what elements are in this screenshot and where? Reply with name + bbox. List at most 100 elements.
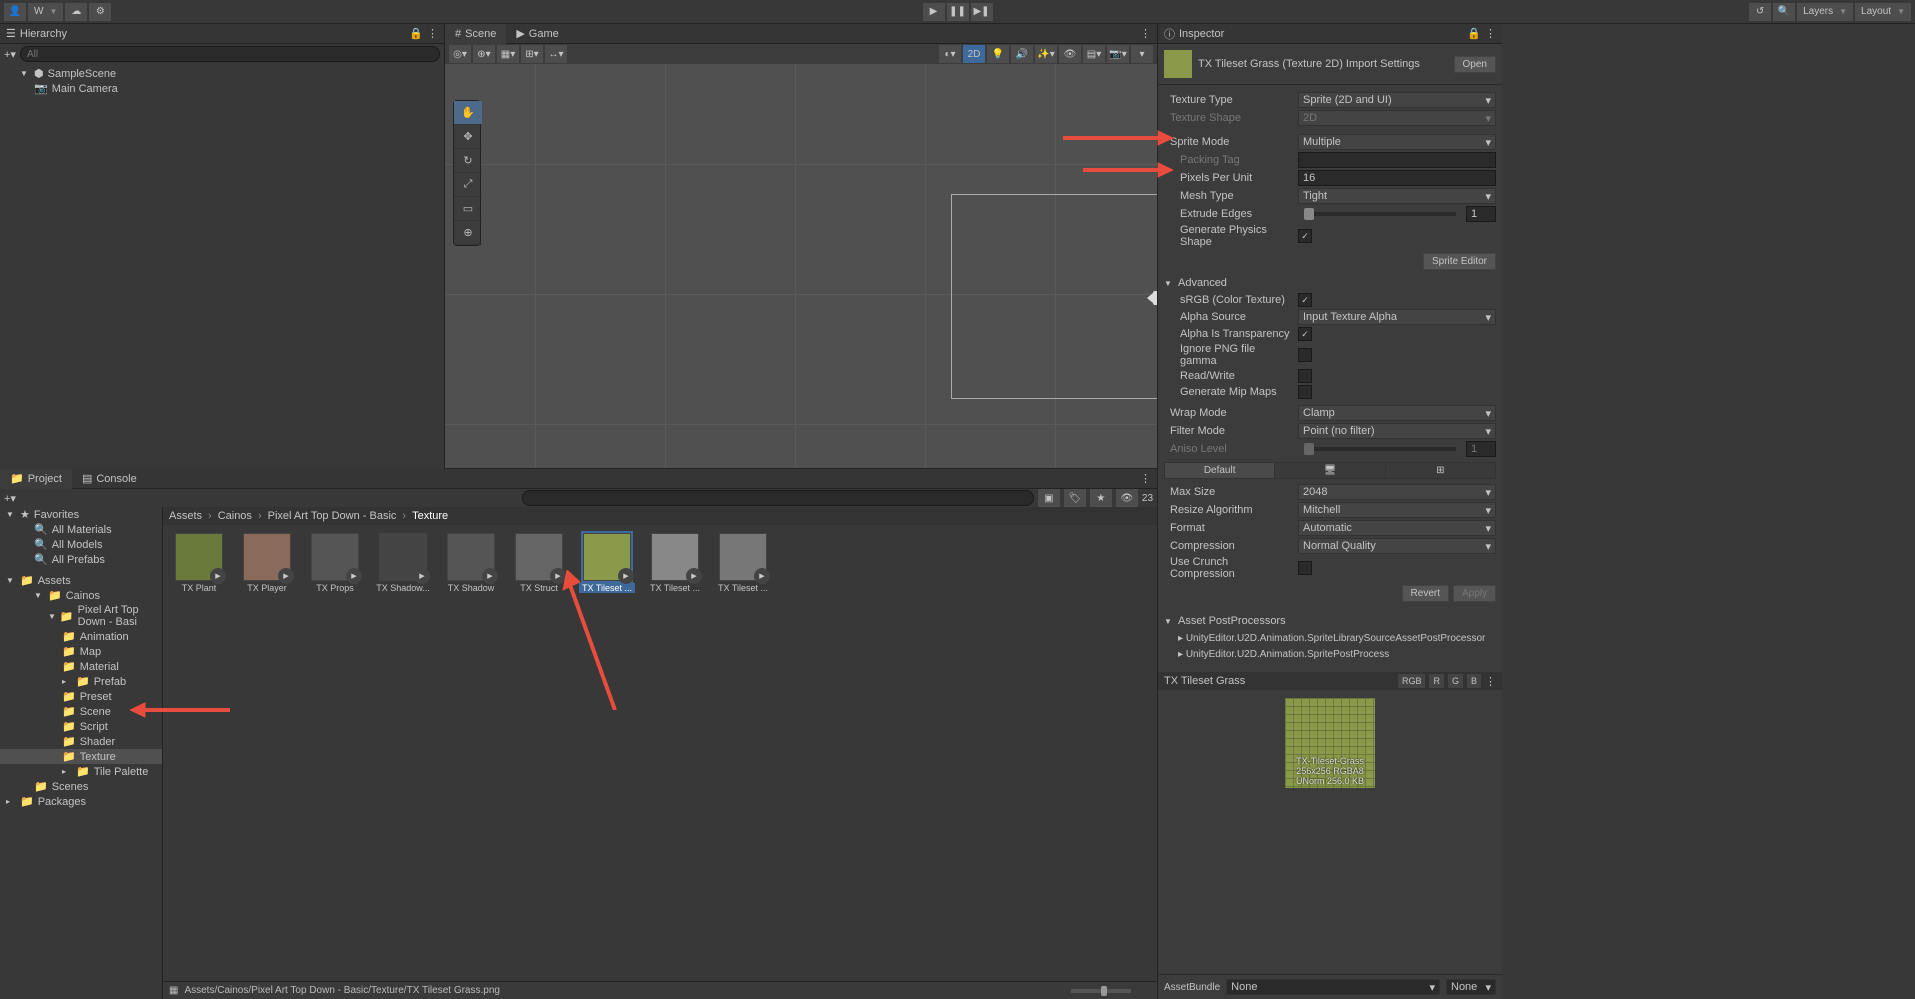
fav-item[interactable]: 🔍 All Prefabs <box>0 552 162 567</box>
play-icon[interactable]: ▶ <box>754 568 770 584</box>
rect-tool[interactable]: ▭ <box>454 197 482 221</box>
asset-item[interactable]: ▶TX Plant <box>171 533 227 593</box>
folder-item[interactable]: 📁 Shader <box>0 734 162 749</box>
fav-item[interactable]: 🔍 All Materials <box>0 522 162 537</box>
fx-toggle[interactable]: ✨▾ <box>1035 45 1057 63</box>
menu-icon[interactable]: ⋮ <box>1485 27 1496 40</box>
search-global-icon[interactable]: 🔍 <box>1773 3 1795 21</box>
folder-item[interactable]: ▼📁 Pixel Art Top Down - Basi <box>0 603 162 629</box>
add-button[interactable]: +▾ <box>4 492 16 505</box>
extrude-slider[interactable] <box>1304 212 1456 216</box>
asset-item[interactable]: ▶TX Player <box>239 533 295 593</box>
light-toggle[interactable]: 💡 <box>987 45 1009 63</box>
lock-icon[interactable]: 🔒 <box>1467 27 1481 40</box>
shading-dropdown[interactable]: ◐▾ <box>939 45 961 63</box>
asset-item[interactable]: ▶TX Props <box>307 533 363 593</box>
hidden-toggle[interactable]: 👁 <box>1059 45 1081 63</box>
account-button[interactable]: 👤 <box>4 3 26 21</box>
layers-toggle[interactable]: ▤▾ <box>1083 45 1105 63</box>
breadcrumb-item[interactable]: Pixel Art Top Down - Basic <box>268 510 397 522</box>
menu-icon[interactable]: ⋮ <box>1485 675 1496 688</box>
folder-item[interactable]: 📁 Animation <box>0 629 162 644</box>
play-icon[interactable]: ▶ <box>618 568 634 584</box>
tool-center[interactable]: ◎▾ <box>449 45 471 63</box>
channel-g[interactable]: G <box>1448 674 1463 688</box>
physics-checkbox[interactable]: ✓ <box>1298 229 1312 243</box>
folder-item[interactable]: 📁 Scene <box>0 704 162 719</box>
postprocessors-section[interactable]: ▼Asset PostProcessors <box>1158 612 1502 630</box>
thumbnail-size-slider[interactable] <box>1071 989 1131 993</box>
menu-icon[interactable]: ⋮ <box>1134 27 1157 40</box>
breadcrumb-item[interactable]: Assets <box>169 510 202 522</box>
menu-icon[interactable]: ⋮ <box>427 27 438 40</box>
project-search[interactable] <box>522 490 1034 506</box>
settings-icon[interactable]: ⚙ <box>89 3 111 21</box>
hidden-icon[interactable]: 👁 <box>1116 489 1138 507</box>
platform-default-tab[interactable]: Default <box>1165 463 1275 478</box>
resize-algo-dropdown[interactable]: Mitchell▾ <box>1298 502 1496 518</box>
packing-tag-input[interactable] <box>1298 152 1496 168</box>
asset-item[interactable]: ▶TX Tileset ... <box>647 533 703 593</box>
account-dropdown[interactable]: W▼ <box>28 3 63 21</box>
folder-item[interactable]: 📁 Map <box>0 644 162 659</box>
play-icon[interactable]: ▶ <box>550 568 566 584</box>
camera-gizmo-icon[interactable] <box>1153 291 1157 305</box>
tool-grid[interactable]: ▦▾ <box>497 45 519 63</box>
tool-snapinc[interactable]: ↔▾ <box>545 45 567 63</box>
folder-item[interactable]: ▸📁 Prefab <box>0 674 162 689</box>
postprocessor-item[interactable]: ▸ UnityEditor.U2D.Animation.SpriteLibrar… <box>1164 633 1485 644</box>
advanced-section[interactable]: ▼Advanced <box>1158 274 1502 292</box>
move-tool[interactable]: ✥ <box>454 125 482 149</box>
layers-dropdown[interactable]: Layers▼ <box>1797 3 1853 21</box>
asset-item[interactable]: ▶TX Tileset ... <box>715 533 771 593</box>
scene-item[interactable]: ▼ ⬢ SampleScene <box>0 66 444 81</box>
tab-console[interactable]: ▤ Console <box>72 469 147 489</box>
play-icon[interactable]: ▶ <box>686 568 702 584</box>
extrude-value[interactable] <box>1466 206 1496 222</box>
wrap-mode-dropdown[interactable]: Clamp▾ <box>1298 405 1496 421</box>
ignore-png-checkbox[interactable] <box>1298 348 1312 362</box>
add-button[interactable]: +▾ <box>4 48 16 61</box>
breadcrumb-item[interactable]: Cainos <box>218 510 252 522</box>
camera-settings[interactable]: 📷▾ <box>1107 45 1129 63</box>
hierarchy-search[interactable] <box>20 46 440 62</box>
assets-folder[interactable]: ▼📁 Assets <box>0 573 162 588</box>
compression-dropdown[interactable]: Normal Quality▾ <box>1298 538 1496 554</box>
platform-server-tab[interactable]: ⊞ <box>1386 463 1495 478</box>
alpha-trans-checkbox[interactable]: ✓ <box>1298 327 1312 341</box>
play-icon[interactable]: ▶ <box>278 568 294 584</box>
mipmaps-checkbox[interactable] <box>1298 385 1312 399</box>
open-button[interactable]: Open <box>1454 56 1496 73</box>
folder-texture[interactable]: 📁 Texture <box>0 749 162 764</box>
favorites-folder[interactable]: ▼★ Favorites <box>0 507 162 522</box>
folder-item[interactable]: 📁 Material <box>0 659 162 674</box>
sprite-mode-dropdown[interactable]: Multiple▾ <box>1298 134 1496 150</box>
alpha-source-dropdown[interactable]: Input Texture Alpha▾ <box>1298 309 1496 325</box>
2d-toggle[interactable]: 2D <box>963 45 985 63</box>
scene-viewport[interactable]: ✋ ✥ ↻ ⤢ ▭ ⊕ <box>445 64 1157 468</box>
fav-item[interactable]: 🔍 All Models <box>0 537 162 552</box>
sprite-editor-button[interactable]: Sprite Editor <box>1423 253 1496 270</box>
layout-dropdown[interactable]: Layout▼ <box>1855 3 1911 21</box>
search-by-type-icon[interactable]: ▣ <box>1038 489 1060 507</box>
scale-tool[interactable]: ⤢ <box>454 173 482 197</box>
tab-project[interactable]: 📁 Project <box>0 469 72 489</box>
transform-tool[interactable]: ⊕ <box>454 221 482 245</box>
step-button[interactable]: ▶❚ <box>971 3 993 21</box>
folder-item[interactable]: 📁 Preset <box>0 689 162 704</box>
play-button[interactable]: ▶ <box>923 3 945 21</box>
play-icon[interactable]: ▶ <box>482 568 498 584</box>
crunch-checkbox[interactable] <box>1298 561 1312 575</box>
search-by-label-icon[interactable]: 🏷 <box>1064 489 1086 507</box>
tab-scene[interactable]: # Scene <box>445 24 506 44</box>
play-icon[interactable]: ▶ <box>346 568 362 584</box>
readwrite-checkbox[interactable] <box>1298 369 1312 383</box>
mesh-type-dropdown[interactable]: Tight▾ <box>1298 188 1496 204</box>
max-size-dropdown[interactable]: 2048▾ <box>1298 484 1496 500</box>
srgb-checkbox[interactable]: ✓ <box>1298 293 1312 307</box>
pause-button[interactable]: ❚❚ <box>947 3 969 21</box>
asset-item[interactable]: ▶TX Shadow <box>443 533 499 593</box>
play-icon[interactable]: ▶ <box>210 568 226 584</box>
assetbundle-dropdown[interactable]: None▾ <box>1226 979 1440 995</box>
tool-pivot[interactable]: ⊕▾ <box>473 45 495 63</box>
